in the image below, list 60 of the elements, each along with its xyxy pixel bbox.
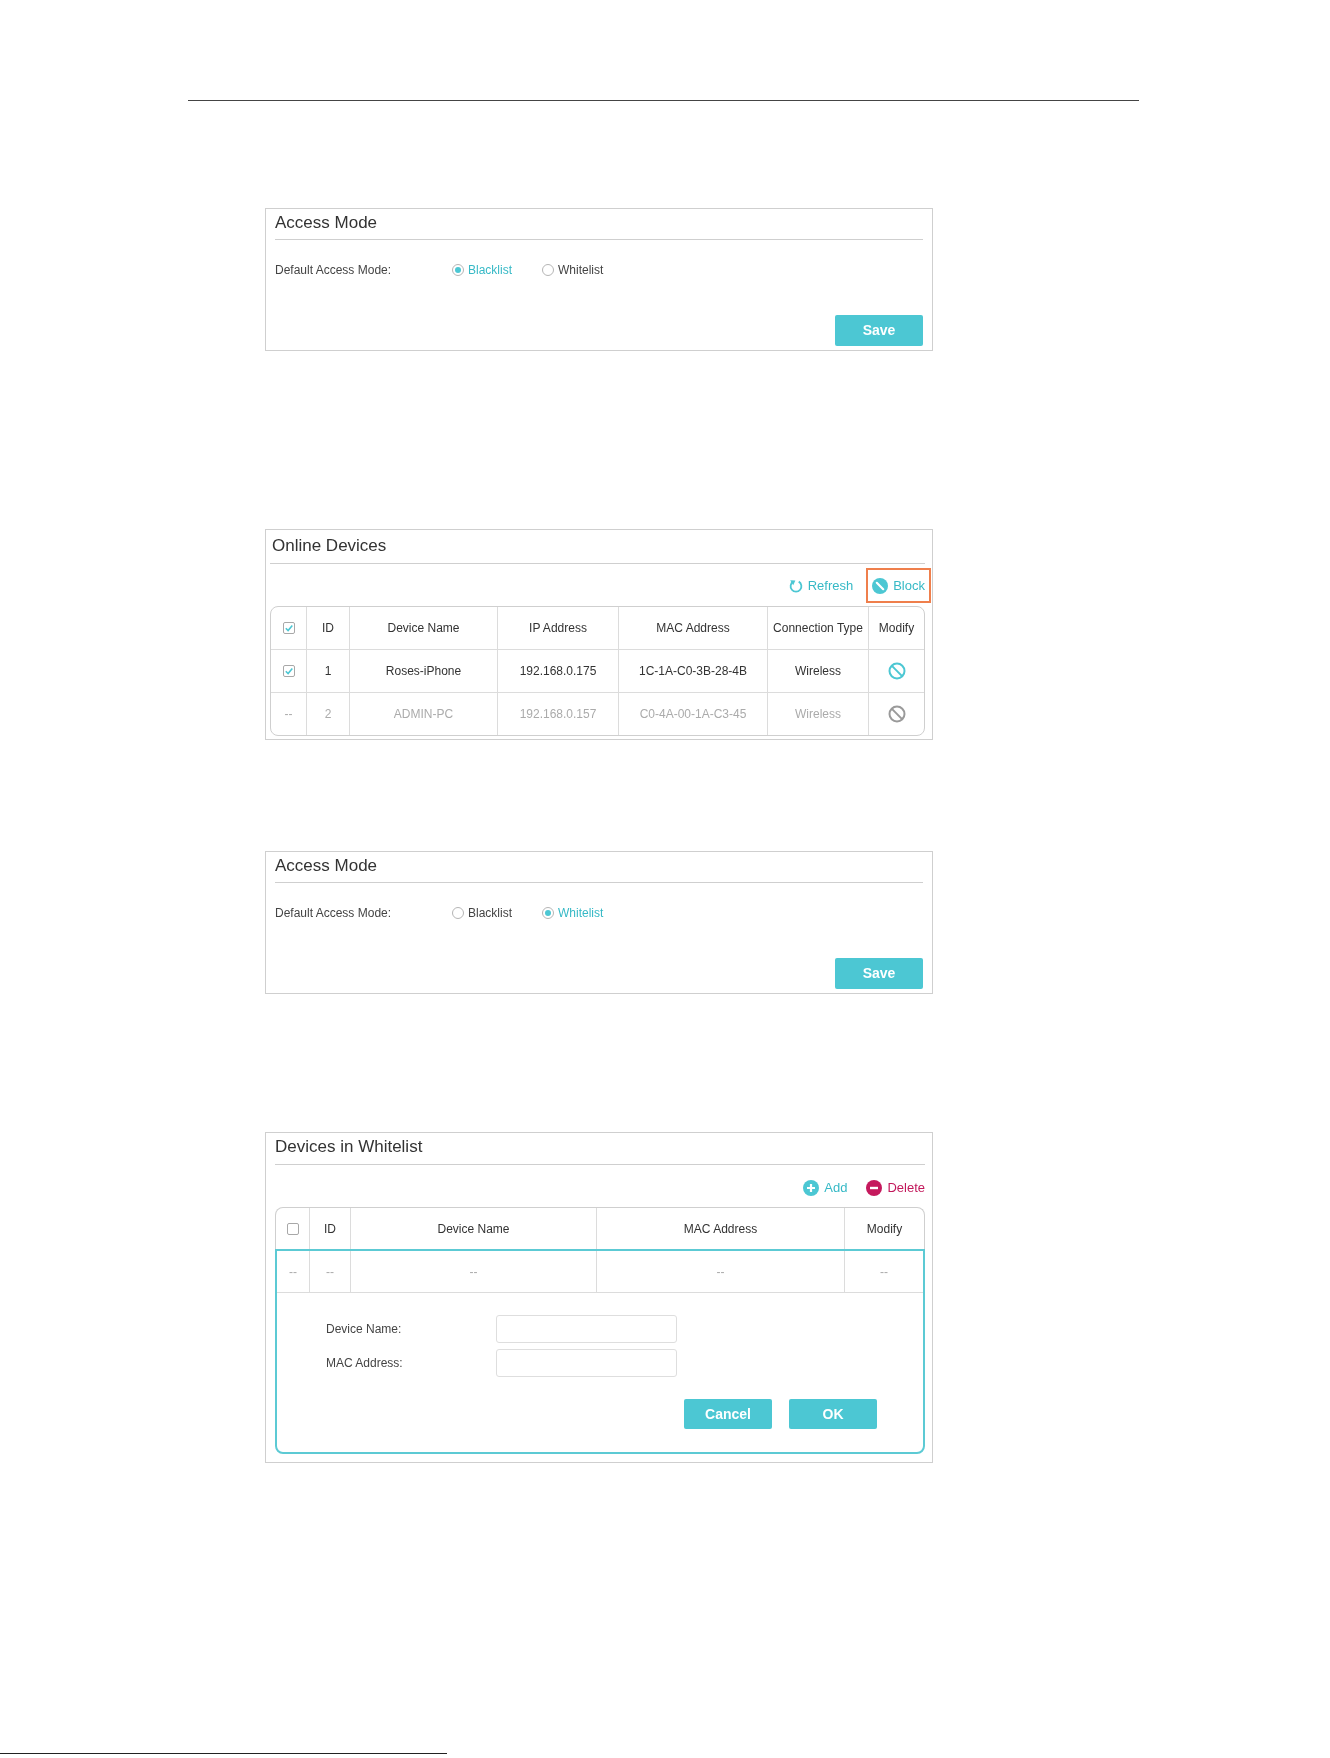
panel-title: Online Devices (272, 536, 387, 554)
table-cell: Roses-iPhone (349, 650, 497, 692)
field-label: Default Access Mode: (275, 262, 393, 279)
checkbox[interactable] (286, 1222, 299, 1235)
table-cell-text: -- (283, 706, 294, 723)
column-header: Connection Type (767, 607, 868, 649)
panel-title: Devices in Whitelist (275, 1137, 423, 1155)
table-cell: 192.168.0.175 (497, 650, 618, 692)
table-cell: ADMIN-PC (349, 693, 497, 735)
add-button[interactable]: Add (797, 1174, 854, 1202)
field-label: Device Name: (326, 1321, 403, 1338)
table-cell: 2 (306, 693, 349, 735)
radio-button[interactable] (542, 907, 554, 919)
block-icon[interactable] (887, 662, 906, 680)
table-cell: -- (350, 1251, 596, 1292)
panel-title: Access Mode (275, 857, 378, 874)
radio-label[interactable]: Whitelist (558, 261, 604, 279)
checkbox[interactable] (282, 622, 295, 634)
input-field[interactable] (496, 1315, 677, 1343)
ok-button[interactable]: OK (789, 1399, 877, 1429)
column-header: Modify (844, 1208, 924, 1249)
radio-label[interactable]: Blacklist (468, 904, 512, 922)
table-cell: C0-4A-00-1A-C3-45 (618, 693, 767, 735)
table-cell: -- (844, 1251, 923, 1292)
save-button[interactable]: Save (835, 315, 923, 346)
refresh-button[interactable]: Refresh (782, 568, 860, 603)
panel-title: Access Mode (275, 214, 378, 231)
field-label: MAC Address: (326, 1355, 404, 1372)
radio-button[interactable] (452, 907, 464, 919)
column-header: ID (309, 1208, 350, 1249)
block-icon (872, 577, 889, 594)
column-header: MAC Address (618, 607, 767, 649)
cancel-button[interactable]: Cancel (684, 1399, 772, 1429)
column-header: Device Name (349, 607, 497, 649)
table-cell: -- (596, 1251, 844, 1292)
input-field[interactable] (496, 1349, 677, 1377)
field-label: Default Access Mode: (275, 905, 393, 922)
radio-label[interactable]: Blacklist (468, 261, 512, 279)
checkbox[interactable] (282, 665, 295, 677)
radio-button[interactable] (542, 264, 554, 276)
add-icon (803, 1180, 820, 1196)
table-cell: 192.168.0.157 (497, 693, 618, 735)
column-header: Modify (868, 607, 924, 649)
block-button[interactable]: Block (866, 568, 931, 603)
table-cell: Wireless (767, 693, 868, 735)
refresh-icon (788, 578, 803, 593)
table-cell-text: -- (288, 1263, 298, 1281)
save-button[interactable]: Save (835, 958, 923, 989)
column-header: MAC Address (596, 1208, 844, 1249)
column-header: ID (306, 607, 349, 649)
radio-label[interactable]: Whitelist (558, 904, 604, 922)
table-cell: 1 (306, 650, 349, 692)
table-cell: -- (309, 1251, 350, 1292)
delete-button[interactable]: Delete (860, 1174, 931, 1202)
radio-button[interactable] (452, 264, 464, 276)
column-header: IP Address (497, 607, 618, 649)
table-cell: Wireless (767, 650, 868, 692)
table-cell: 1C-1A-C0-3B-28-4B (618, 650, 767, 692)
minus-icon (866, 1180, 883, 1196)
column-header: Device Name (350, 1208, 596, 1249)
